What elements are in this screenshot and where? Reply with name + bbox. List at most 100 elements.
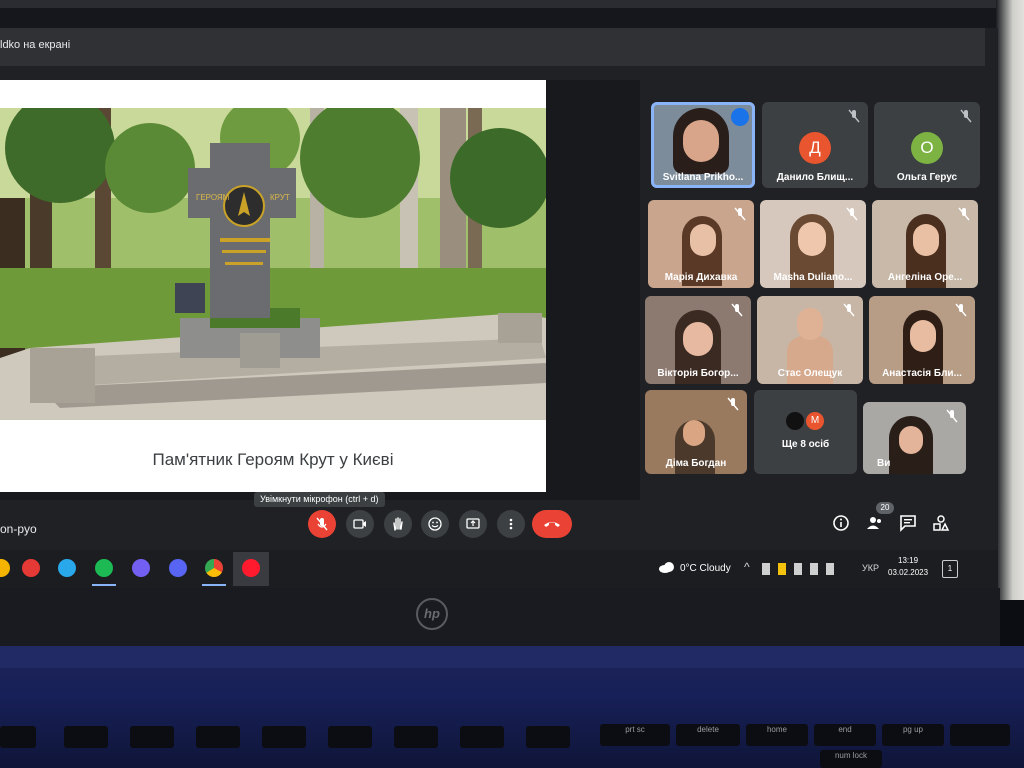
discord-icon[interactable] [169, 559, 187, 577]
opera-icon [242, 559, 260, 577]
avatar [786, 412, 804, 430]
monument-text-right: КРУТ [270, 193, 290, 202]
monument-text-left: ГЕРОЯМ [196, 193, 230, 202]
mic-toggle-button[interactable] [308, 510, 336, 538]
presentation-area: ГЕРОЯМ КРУТ Пам'ятник Героям Крут у Києв… [0, 80, 640, 500]
hand-icon [393, 517, 403, 531]
mic-off-icon [946, 409, 958, 423]
more-options-button[interactable] [497, 510, 525, 538]
mic-off-icon [843, 303, 855, 317]
participant-tile[interactable]: Д Данило Блищ... [762, 102, 868, 188]
background-wall [996, 0, 1024, 600]
participant-tile[interactable]: Діма Богдан [645, 390, 747, 474]
present-screen-icon [466, 518, 480, 529]
notifications-icon[interactable]: 1 [942, 560, 958, 578]
media-player-icon[interactable] [22, 559, 40, 577]
clock-date: 03.02.2023 [888, 568, 929, 577]
participant-name: Masha Duliano... [773, 272, 853, 283]
mic-off-icon [731, 303, 743, 317]
prt-sc-key[interactable]: prt sc [600, 724, 670, 746]
chat-icon[interactable] [899, 514, 917, 532]
mic-off-icon [955, 303, 967, 317]
page-up-key[interactable]: pg up [882, 724, 944, 746]
weather-text[interactable]: 0°C Cloudy [680, 563, 731, 574]
participant-tile[interactable]: Ангеліна Оре... [872, 200, 978, 288]
participant-tile[interactable]: О Ольга Герус [874, 102, 980, 188]
end-key[interactable]: end [814, 724, 876, 746]
more-vertical-icon [509, 518, 513, 530]
participant-tile[interactable]: Ви [863, 402, 966, 474]
avatar: О [911, 132, 943, 164]
participant-name: Діма Богдан [665, 458, 727, 469]
participant-tile[interactable]: Svitlana Prikho... [651, 102, 755, 188]
mic-off-icon [958, 207, 970, 221]
num-lock-key[interactable]: num lock [820, 750, 882, 768]
participant-tile[interactable]: Марія Дихавка [648, 200, 754, 288]
mic-off-icon [846, 207, 858, 221]
laptop-hinge [0, 646, 1024, 668]
hp-logo: hp [416, 598, 448, 630]
participant-name: Марія Дихавка [664, 272, 738, 283]
mic-off-icon [734, 207, 746, 221]
participant-name: Ангеліна Оре... [887, 272, 963, 283]
camera-icon [353, 519, 366, 529]
activities-icon[interactable] [932, 514, 950, 532]
mic-off-icon [727, 397, 739, 411]
people-count-badge: 20 [876, 502, 894, 514]
mic-off-icon [848, 109, 860, 123]
windows-taskbar: 0°C Cloudy ^ УКР 13:19 03.02.2023 1 [0, 550, 998, 588]
telegram-icon[interactable] [58, 559, 76, 577]
delete-key[interactable]: delete [676, 724, 740, 746]
taskbar-clock[interactable]: 13:19 03.02.2023 [888, 555, 928, 579]
language-indicator[interactable]: УКР [862, 563, 879, 573]
spotify-icon[interactable] [95, 559, 113, 577]
shared-slide: ГЕРОЯМ КРУТ Пам'ятник Героям Крут у Києв… [0, 80, 546, 492]
system-tray-icons[interactable] [762, 563, 852, 575]
participant-name: Анастасія Бли... [882, 368, 962, 379]
avatar: Д [799, 132, 831, 164]
opera-taskbar-button[interactable] [233, 552, 269, 586]
participant-name: Стас Олещук [777, 368, 843, 379]
viber-icon[interactable] [132, 559, 150, 577]
participant-name: Ольга Герус [896, 172, 958, 183]
info-icon[interactable] [832, 514, 850, 532]
slide-caption: Пам'ятник Героям Крут у Києві [152, 450, 394, 469]
meeting-code: on-pyo [0, 522, 37, 536]
tray-chevron-icon[interactable]: ^ [744, 560, 750, 574]
hang-up-icon [544, 522, 560, 527]
mic-tooltip: Увімкнути мікрофон (ctrl + d) [254, 492, 385, 507]
people-icon[interactable] [866, 514, 884, 532]
avatar: М [806, 412, 824, 430]
present-button[interactable] [459, 510, 487, 538]
participant-name: Svitlana Prikho... [662, 172, 744, 183]
laptop-chin [0, 588, 1000, 648]
chrome-icon[interactable] [205, 559, 223, 577]
cloud-icon [659, 562, 674, 573]
raise-hand-button[interactable] [384, 510, 412, 538]
presenting-banner-text: ldko на екрані [0, 39, 71, 51]
more-participants-label: Ще 8 осіб [781, 439, 830, 450]
top-bezel [0, 0, 1024, 30]
emoji-icon [428, 517, 442, 531]
camera-toggle-button[interactable] [346, 510, 374, 538]
mic-off-icon [960, 109, 972, 123]
participant-name: Ви [877, 458, 891, 469]
participant-tile[interactable]: М Ще 8 осіб [754, 390, 857, 474]
participant-tile[interactable]: Анастасія Бли... [869, 296, 975, 384]
participant-tile[interactable]: Masha Duliano... [760, 200, 866, 288]
home-key[interactable]: home [746, 724, 808, 746]
participant-name: Вікторія Богор... [657, 368, 739, 379]
participant-tile[interactable]: Стас Олещук [757, 296, 863, 384]
reactions-button[interactable] [421, 510, 449, 538]
monument-photo: ГЕРОЯМ КРУТ [0, 108, 546, 420]
mic-off-icon [316, 517, 328, 531]
laptop-screen: ldko на екрані ГЕРОЯМ КРУТ Пам'ятник Гер… [0, 28, 998, 588]
keyboard: prt sc delete home end pg up num lock [0, 718, 1024, 768]
participant-tile[interactable]: Вікторія Богор... [645, 296, 751, 384]
participant-name: Данило Блищ... [776, 172, 854, 183]
app-icon[interactable] [0, 559, 10, 577]
leave-call-button[interactable] [532, 510, 572, 538]
presenting-banner: ldko на екрані [0, 28, 985, 66]
speaking-indicator-icon [731, 108, 749, 126]
clock-time: 13:19 [898, 556, 919, 565]
